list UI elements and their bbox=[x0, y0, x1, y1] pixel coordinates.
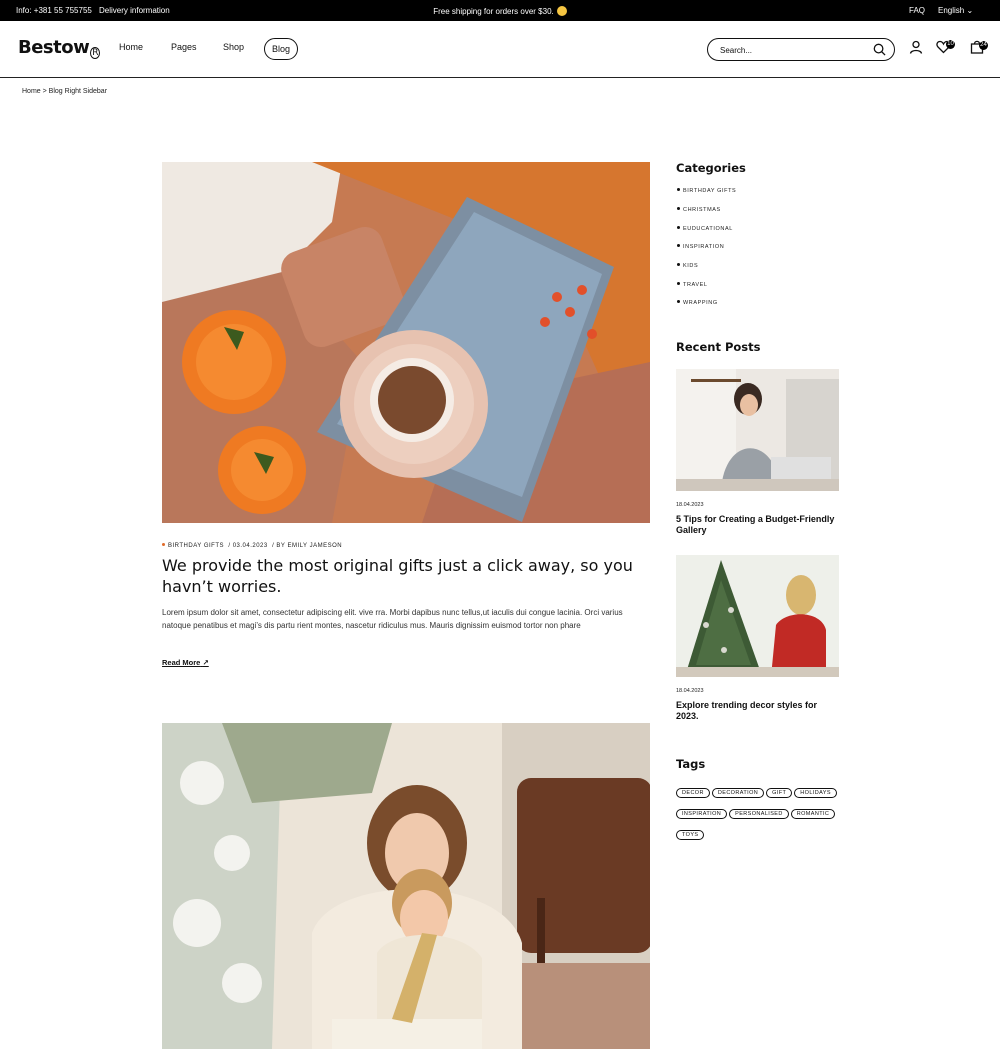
nav-pages[interactable]: Pages bbox=[171, 42, 197, 52]
tags-heading: Tags bbox=[676, 757, 706, 771]
recent-post-title[interactable]: Explore trending decor styles for 2023. bbox=[676, 700, 836, 722]
category-item[interactable]: TRAVEL bbox=[677, 282, 708, 288]
tag-cloud: DECOR DECORATION GIFT HOLIDAYS INSPIRATION PE… bbox=[676, 781, 841, 844]
category-label: CHRISTMAS bbox=[683, 207, 721, 213]
category-item[interactable]: EUDUCATIONAL bbox=[677, 226, 733, 232]
tag[interactable]: DECOR bbox=[676, 788, 710, 798]
post-excerpt: Lorem ipsum dolor sit amet, consectetur … bbox=[162, 608, 623, 630]
logo-mark: R bbox=[90, 47, 101, 59]
nav-blog[interactable]: Blog bbox=[264, 38, 299, 60]
search-input[interactable] bbox=[720, 44, 860, 56]
cart-badge: 24 bbox=[979, 41, 988, 50]
logo-text: Bestow bbox=[18, 37, 90, 58]
tag[interactable]: TOYS bbox=[676, 830, 705, 840]
post-featured-image[interactable] bbox=[162, 162, 650, 523]
breadcrumb[interactable]: Home > Blog Right Sidebar bbox=[22, 88, 107, 95]
bullet-icon bbox=[677, 226, 680, 229]
recent-post-image[interactable] bbox=[676, 555, 839, 677]
category-item[interactable]: BIRTHDAY GIFTS bbox=[677, 188, 736, 194]
bullet-icon bbox=[677, 207, 680, 210]
recent-post-image[interactable] bbox=[676, 369, 839, 491]
recent-posts-heading: Recent Posts bbox=[676, 340, 761, 354]
category-label: INSPIRATION bbox=[683, 244, 725, 250]
tag[interactable]: PERSONALISED bbox=[729, 809, 789, 819]
category-label: BIRTHDAY GIFTS bbox=[683, 188, 737, 194]
category-item[interactable]: KIDS bbox=[677, 263, 698, 269]
category-item[interactable]: CHRISTMAS bbox=[677, 207, 721, 213]
bullet-icon bbox=[677, 244, 680, 247]
bullet-icon bbox=[677, 263, 680, 266]
user-icon[interactable] bbox=[909, 40, 923, 54]
recent-post-date: 18.04.2023 bbox=[676, 502, 704, 508]
post-title[interactable]: We provide the most original gifts just … bbox=[162, 555, 642, 597]
search-icon[interactable] bbox=[873, 43, 886, 56]
category-label: TRAVEL bbox=[683, 282, 708, 288]
bullet-icon bbox=[677, 282, 680, 285]
site-header: BestowR Home Pages Shop Blog 10 24 bbox=[0, 21, 1000, 78]
category-label: EUDUCATIONAL bbox=[683, 226, 733, 232]
nav-shop[interactable]: Shop bbox=[223, 42, 244, 52]
wishlist-badge: 10 bbox=[946, 40, 955, 49]
category-item[interactable]: WRAPPING bbox=[677, 300, 718, 306]
tag[interactable]: HOLIDAYS bbox=[794, 788, 837, 798]
category-item[interactable]: INSPIRATION bbox=[677, 244, 724, 250]
logo[interactable]: Bestow R bbox=[18, 37, 101, 59]
post-meta: BIRTHDAY GIFTS / 03.04.2023 / BY EMILY J… bbox=[162, 543, 342, 549]
tag[interactable]: DECORATION bbox=[711, 788, 765, 798]
nav-home[interactable]: Home bbox=[119, 42, 143, 52]
top-bar: Info: +381 55 755755 Delivery informatio… bbox=[0, 0, 1000, 21]
categories-heading: Categories bbox=[676, 161, 746, 175]
language-selector[interactable]: English ⌄ bbox=[938, 6, 973, 15]
category-label: KIDS bbox=[683, 263, 699, 269]
recent-post-date: 18.04.2023 bbox=[676, 688, 704, 694]
arrow-up-right-icon: ↗ bbox=[202, 658, 209, 667]
category-dot-icon bbox=[162, 543, 165, 546]
category-label: WRAPPING bbox=[683, 300, 718, 306]
post-date: 03.04.2023 bbox=[232, 543, 268, 549]
recent-post-title[interactable]: 5 Tips for Creating a Budget-Friendly Ga… bbox=[676, 514, 836, 536]
tag[interactable]: INSPIRATION bbox=[676, 809, 728, 819]
faq-link[interactable]: FAQ bbox=[909, 6, 925, 15]
post-featured-image-2[interactable] bbox=[162, 723, 650, 1049]
promo-banner: Free shipping for orders over $30. bbox=[0, 6, 1000, 16]
post-category[interactable]: BIRTHDAY GIFTS bbox=[168, 543, 224, 549]
tag[interactable]: ROMANTIC bbox=[790, 809, 836, 819]
read-more-link[interactable]: Read More ↗ bbox=[162, 658, 209, 667]
tag[interactable]: GIFT bbox=[766, 788, 793, 798]
post-author[interactable]: BY EMILY JAMESON bbox=[276, 543, 342, 549]
bullet-icon bbox=[677, 300, 680, 303]
promo-text: Free shipping for orders over $30. bbox=[433, 7, 554, 16]
smile-emoji-icon bbox=[556, 6, 567, 16]
bullet-icon bbox=[677, 188, 680, 191]
read-more-label: Read More bbox=[162, 658, 201, 667]
search-box bbox=[707, 38, 895, 61]
